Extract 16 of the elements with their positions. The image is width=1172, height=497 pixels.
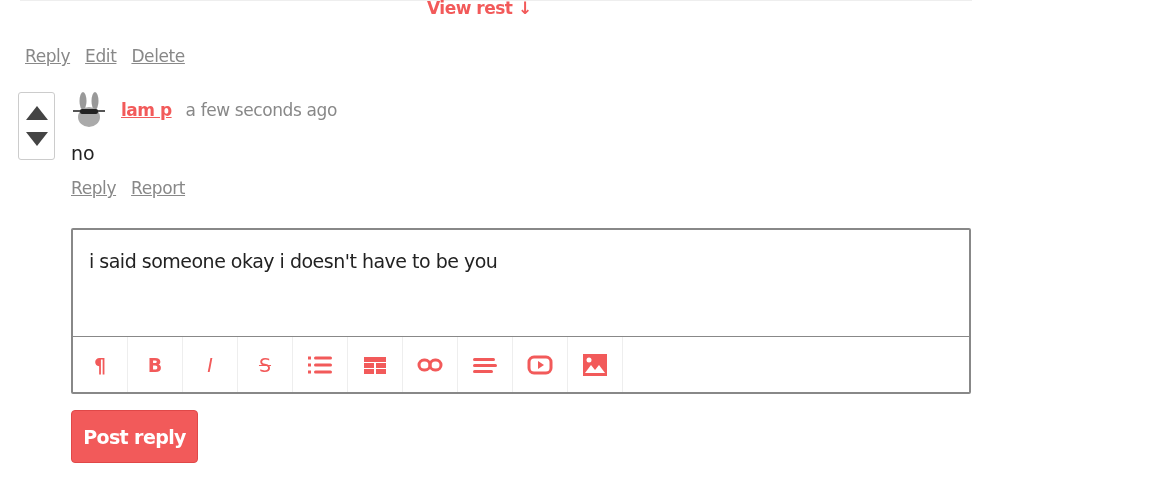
- comment-action-link[interactable]: Edit: [85, 46, 117, 66]
- image-icon: [582, 353, 608, 376]
- comment-text: no: [71, 142, 96, 164]
- view-rest-link[interactable]: View rest ↓: [427, 0, 532, 18]
- downvote-icon[interactable]: [25, 132, 48, 147]
- timestamp: a few seconds ago: [185, 100, 337, 120]
- comment-action-link[interactable]: Delete: [131, 46, 185, 66]
- comment-action-link[interactable]: Reply: [71, 178, 117, 198]
- comment-action-link[interactable]: Report: [131, 178, 186, 198]
- reply-editor[interactable]: i said someone okay i doesn't have to be you ¶ B I S: [71, 228, 971, 394]
- video-icon: [527, 353, 553, 376]
- avatar: [71, 92, 107, 128]
- author-link[interactable]: lam p: [121, 100, 172, 120]
- upvote-icon[interactable]: [25, 105, 48, 120]
- comment-action-link[interactable]: Reply: [25, 46, 71, 66]
- post-reply-button[interactable]: Post reply: [71, 410, 198, 463]
